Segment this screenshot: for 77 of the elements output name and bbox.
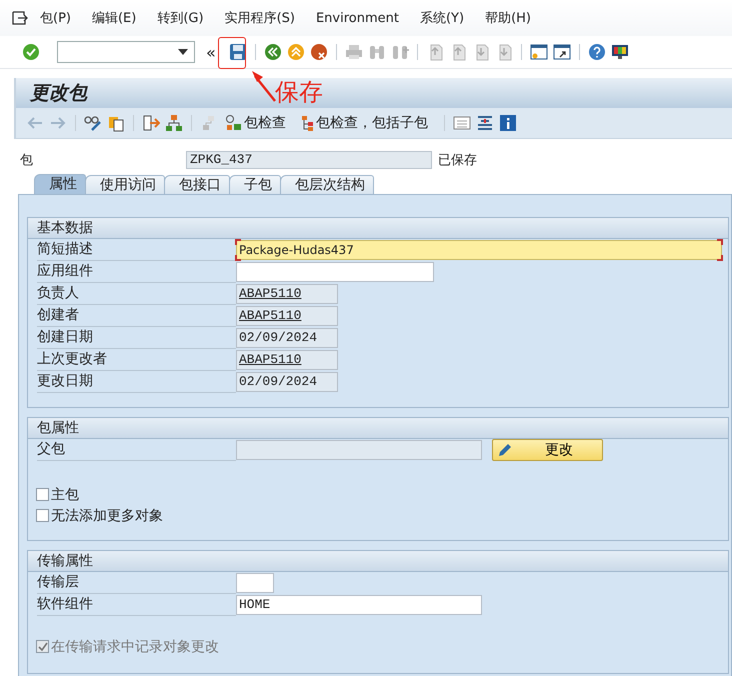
- package-check-button[interactable]: 包检查: [223, 114, 294, 132]
- field-label: 负责人: [37, 283, 236, 305]
- field-label: 创建日期: [37, 327, 236, 349]
- input-field[interactable]: ABAP5110: [236, 284, 338, 304]
- package-check-subpackages-button[interactable]: 包检查，包括子包: [299, 114, 436, 132]
- tab[interactable]: 使用访问: [85, 175, 165, 194]
- annotation-arrow: [251, 70, 277, 102]
- input-field[interactable]: Package-Hudas437: [236, 240, 722, 260]
- dropdown-arrow-icon[interactable]: [178, 49, 188, 55]
- tab[interactable]: 子包: [229, 175, 281, 194]
- binoculars-plus-icon[interactable]: [390, 43, 409, 61]
- tab[interactable]: 属性: [34, 174, 86, 194]
- screen-title: 更改包: [30, 81, 87, 106]
- group-title: 包属性: [28, 418, 728, 439]
- new-window-icon[interactable]: [530, 43, 548, 61]
- input-field[interactable]: 02/09/2024: [236, 372, 338, 392]
- group-title: 传输属性: [28, 551, 728, 572]
- binoculars-icon[interactable]: [368, 43, 386, 61]
- glasses-pencil-icon[interactable]: [84, 114, 102, 132]
- field-label: 简短描述: [37, 239, 236, 261]
- tab[interactable]: 包接口: [164, 175, 230, 194]
- checkbox[interactable]: [36, 488, 49, 501]
- tab[interactable]: 包层次结构: [280, 175, 374, 194]
- pencil-icon: [497, 442, 513, 458]
- field-label: 父包: [37, 439, 236, 461]
- input-field[interactable]: ABAP5110: [236, 350, 338, 370]
- field-label: 创建者: [37, 305, 236, 327]
- checkbox[interactable]: [36, 509, 49, 522]
- forward-arrow-icon[interactable]: [49, 115, 67, 131]
- input-field[interactable]: [236, 262, 434, 282]
- info-icon[interactable]: [499, 114, 517, 132]
- collapse-icon[interactable]: «: [206, 42, 216, 62]
- menu-item[interactable]: Environment: [316, 8, 399, 28]
- check-package-icon: [225, 114, 243, 132]
- input-field[interactable]: HOME: [236, 595, 482, 615]
- checkbox-label: 在传输请求中记录对象更改: [51, 638, 219, 656]
- back-icon[interactable]: [264, 43, 282, 61]
- back-arrow-icon[interactable]: [26, 115, 44, 131]
- input-field[interactable]: 02/09/2024: [236, 328, 338, 348]
- exit-icon[interactable]: [286, 43, 305, 61]
- input-field[interactable]: ABAP5110: [236, 306, 338, 326]
- move-icon[interactable]: [142, 114, 160, 132]
- checkbox-label: 主包: [51, 486, 79, 504]
- menu-item[interactable]: 包(P): [40, 7, 71, 29]
- change-button[interactable]: 更改: [492, 439, 603, 461]
- save-icon[interactable]: [228, 43, 247, 61]
- copy-icon[interactable]: [107, 114, 125, 132]
- checkbox-label: 无法添加更多对象: [51, 506, 163, 524]
- field-label: 软件组件: [37, 594, 236, 616]
- shortcut-icon[interactable]: [552, 43, 571, 61]
- menu-item[interactable]: 实用程序(S): [224, 7, 295, 29]
- print-icon[interactable]: [344, 43, 363, 61]
- menu-item[interactable]: 系统(Y): [420, 7, 464, 29]
- field-label: 包: [19, 152, 34, 169]
- field-label: 应用组件: [37, 261, 236, 283]
- list-icon[interactable]: [453, 114, 471, 132]
- align-icon[interactable]: [476, 114, 494, 132]
- help-icon[interactable]: [588, 43, 606, 61]
- highlight-frame: [218, 37, 246, 69]
- status-text: 已保存: [438, 152, 477, 169]
- check-icon[interactable]: [22, 43, 40, 61]
- field-label: 上次更改者: [37, 349, 236, 371]
- cancel-icon[interactable]: [310, 43, 328, 61]
- field-label: 更改日期: [37, 371, 236, 393]
- field-label: 传输层: [37, 572, 236, 594]
- input-field[interactable]: [236, 440, 482, 460]
- menu-item[interactable]: 帮助(H): [485, 7, 531, 29]
- group-title: 基本数据: [28, 218, 728, 239]
- menu-item[interactable]: 编辑(E): [92, 7, 136, 29]
- tree-icon: [301, 114, 315, 132]
- monitor-icon[interactable]: [610, 43, 629, 61]
- menu-item[interactable]: 转到(G): [157, 7, 204, 29]
- package-field[interactable]: ZPKG_437: [186, 151, 432, 169]
- input-field[interactable]: [236, 573, 274, 593]
- hierarchy-icon[interactable]: [165, 114, 183, 132]
- annotation-text: 保存: [275, 77, 323, 108]
- command-field[interactable]: [57, 41, 195, 63]
